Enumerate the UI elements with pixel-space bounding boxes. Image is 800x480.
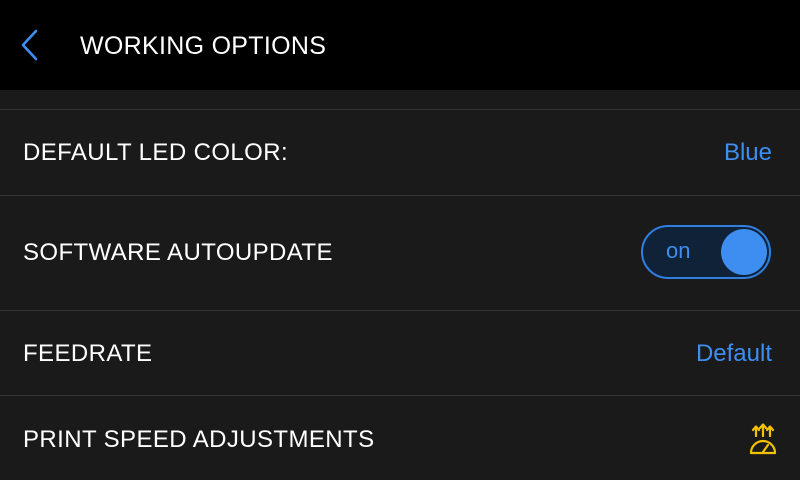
autoupdate-toggle[interactable]: on: [641, 225, 771, 279]
led-color-value[interactable]: Blue: [724, 139, 772, 167]
print-speed-label: PRINT SPEED ADJUSTMENTS: [23, 426, 375, 453]
toggle-state-text: on: [666, 238, 691, 263]
back-button[interactable]: [10, 22, 50, 68]
autoupdate-label: SOFTWARE AUTOUPDATE: [23, 239, 333, 266]
working-options-screen: WORKING OPTIONS DEFAULT LED COLOR: Blue …: [0, 0, 800, 480]
setting-row-print-speed-adjustments[interactable]: PRINT SPEED ADJUSTMENTS: [0, 396, 800, 480]
setting-row-software-autoupdate: SOFTWARE AUTOUPDATE on: [0, 196, 800, 311]
toggle-knob: [721, 229, 767, 275]
setting-row-feedrate[interactable]: FEEDRATE Default: [0, 311, 800, 396]
feedrate-label: FEEDRATE: [23, 340, 153, 367]
speed-gauge-icon[interactable]: [748, 423, 778, 457]
header-bar: WORKING OPTIONS: [0, 0, 800, 90]
led-color-label: DEFAULT LED COLOR:: [23, 139, 289, 166]
setting-row-led-color[interactable]: DEFAULT LED COLOR: Blue: [0, 110, 800, 196]
feedrate-value[interactable]: Default: [696, 340, 772, 368]
list-item-partial: [0, 90, 800, 110]
chevron-left-icon: [21, 29, 38, 61]
settings-list[interactable]: DEFAULT LED COLOR: Blue SOFTWARE AUTOUPD…: [0, 90, 800, 480]
page-title: WORKING OPTIONS: [80, 32, 327, 60]
